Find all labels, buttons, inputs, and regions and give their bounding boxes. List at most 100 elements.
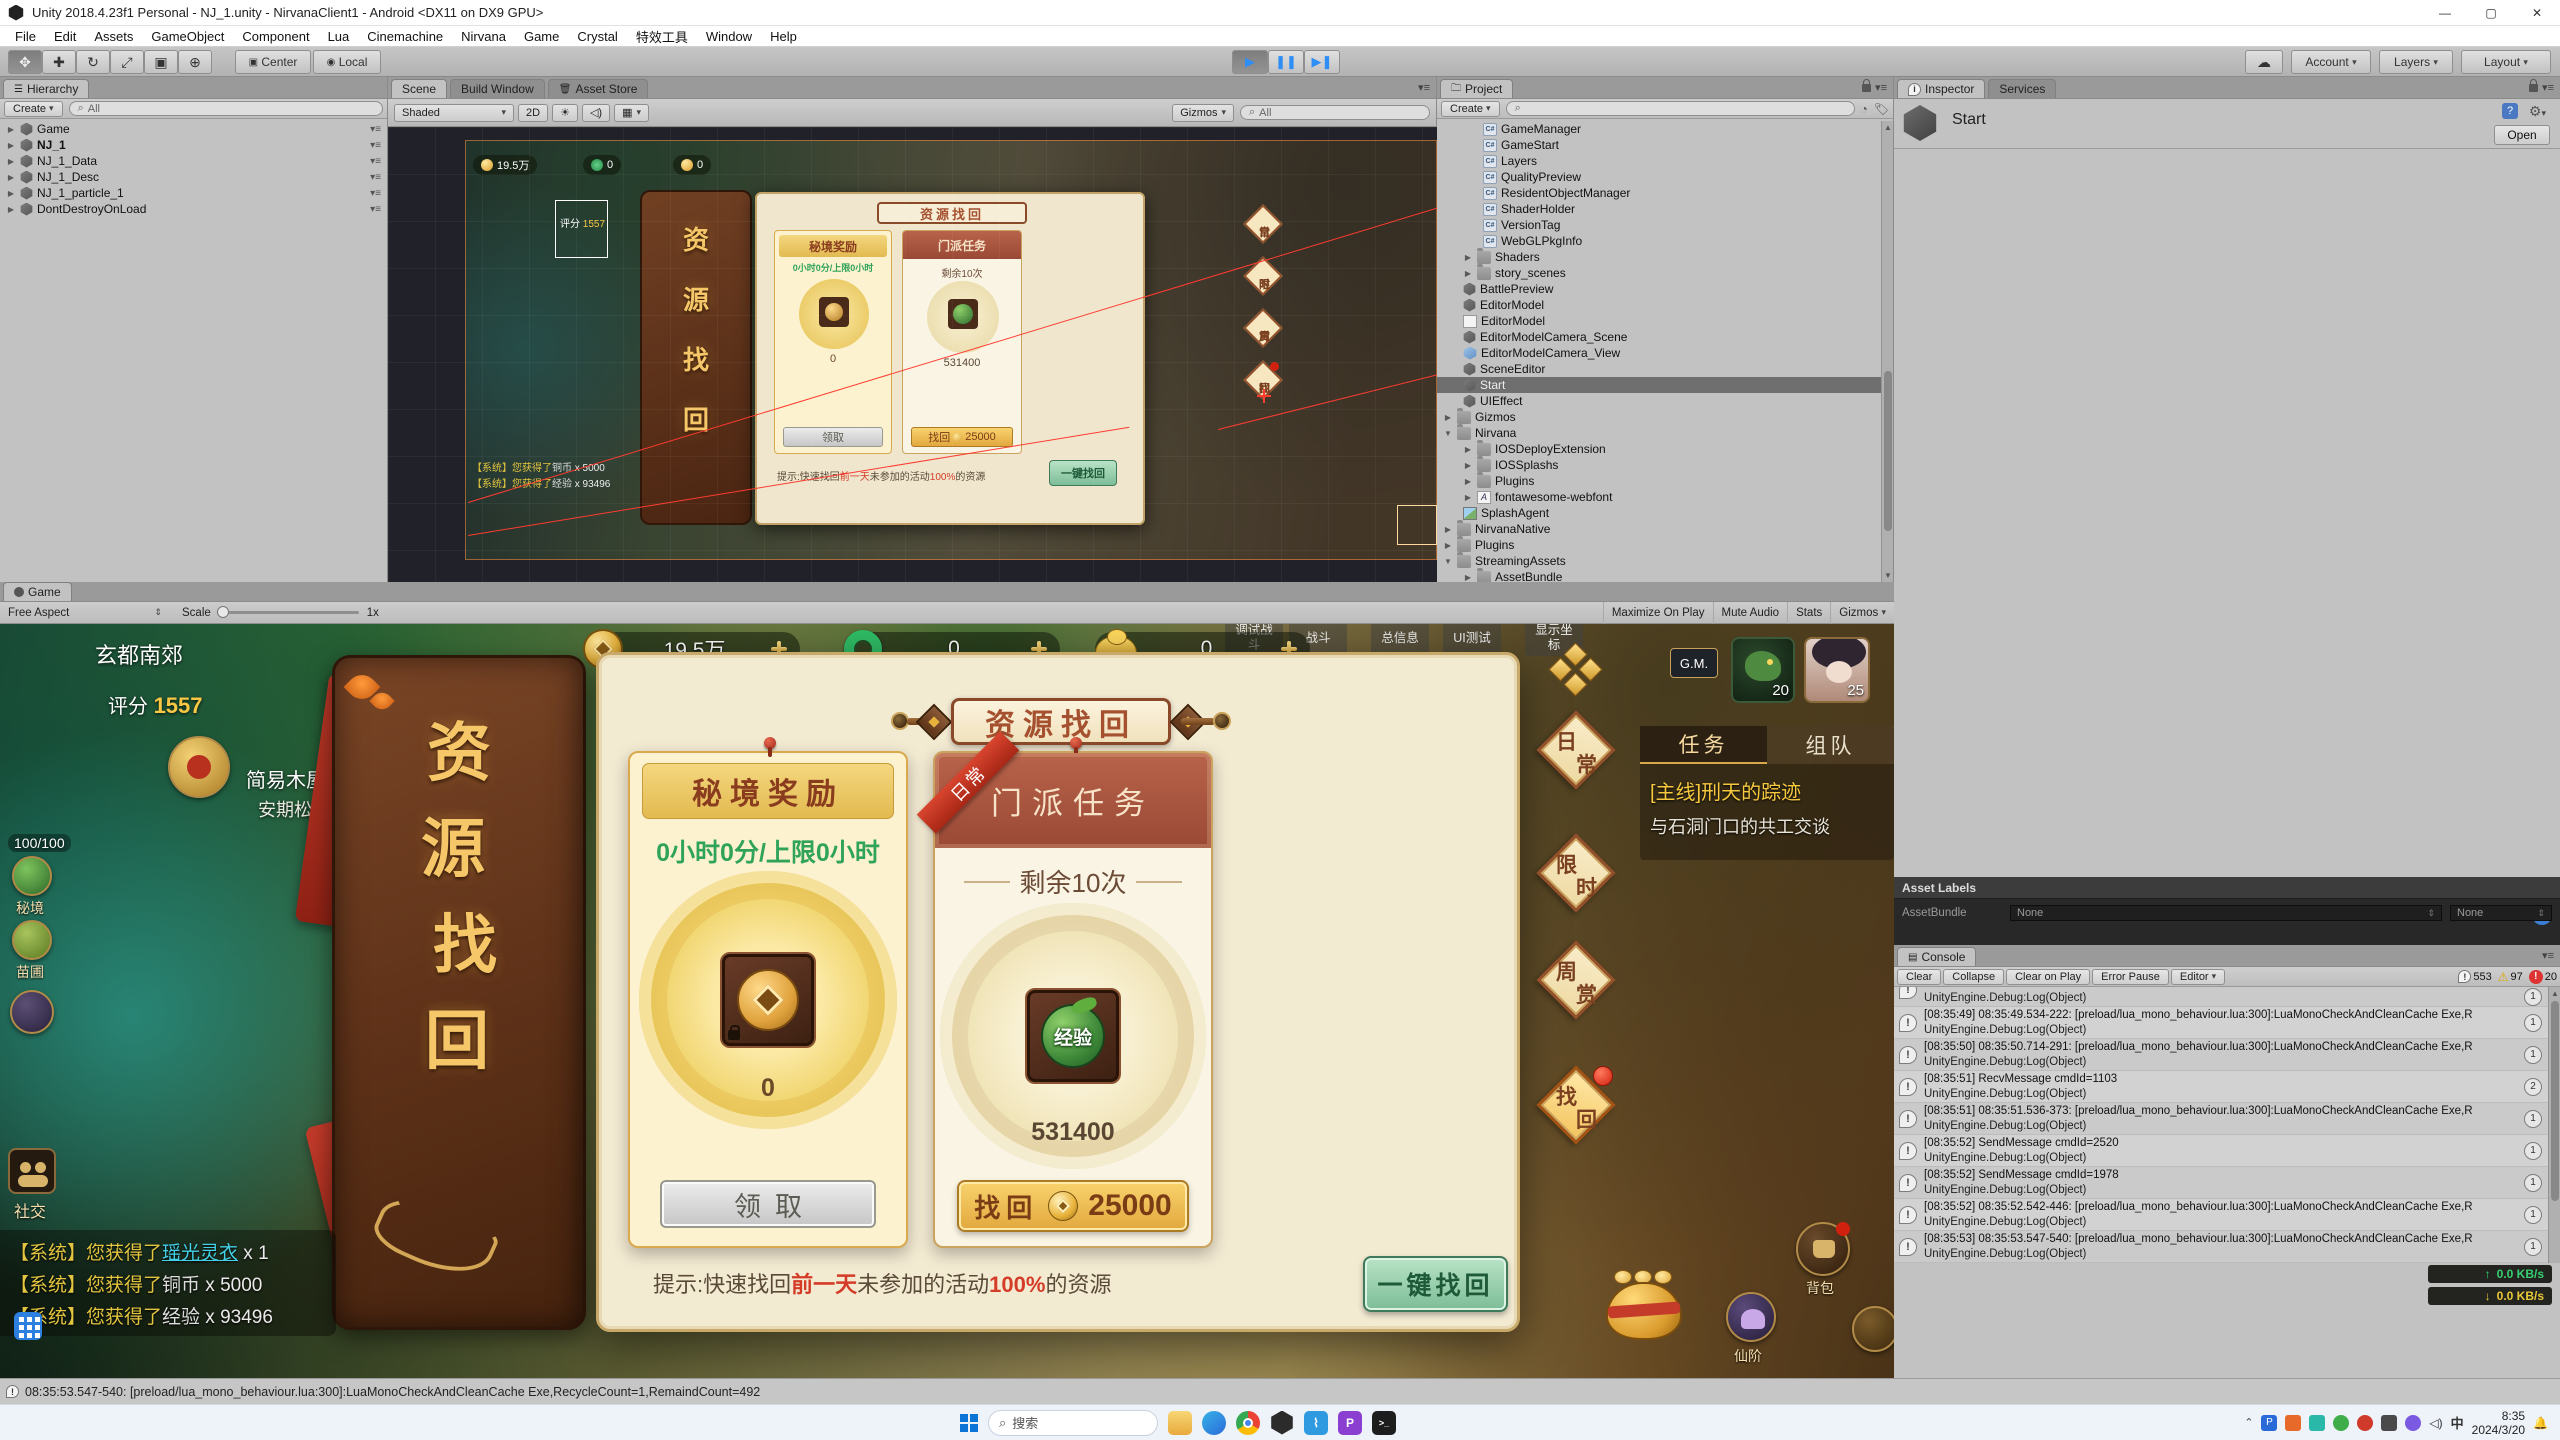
project-item[interactable]: ▶IOSSplashs — [1437, 457, 1881, 473]
project-item[interactable]: SceneEditor — [1437, 361, 1881, 377]
tab-quest[interactable]: 任务 — [1640, 726, 1767, 764]
social-icon[interactable] — [8, 1148, 56, 1194]
project-item[interactable]: ▶Afontawesome-webfont — [1437, 489, 1881, 505]
tab-asset-store[interactable]: 🗑Asset Store — [548, 79, 649, 98]
project-item[interactable]: C#GameManager — [1437, 121, 1881, 137]
purple-app-icon[interactable]: P — [1338, 1411, 1362, 1435]
project-item[interactable]: EditorModel — [1437, 313, 1881, 329]
unity-app-icon[interactable] — [1270, 1411, 1294, 1435]
pivot-toggle[interactable]: ▣ Center — [235, 50, 311, 74]
file-explorer-icon[interactable] — [1168, 1411, 1192, 1435]
tray-icon-blue[interactable]: P — [2261, 1415, 2277, 1431]
panel-menu-icon[interactable]: ▾≡ — [2542, 81, 2554, 94]
tab-inspector[interactable]: iInspector — [1897, 79, 1985, 98]
left-hud-icon[interactable] — [10, 990, 54, 1034]
project-item[interactable]: EditorModel — [1437, 297, 1881, 313]
project-item[interactable]: SplashAgent — [1437, 505, 1881, 521]
menu-crystal[interactable]: Crystal — [568, 29, 626, 44]
menu-assets[interactable]: Assets — [85, 29, 142, 44]
tab-build-window[interactable]: Build Window — [450, 79, 545, 98]
rating-medal-icon[interactable] — [168, 736, 230, 798]
menu-game[interactable]: Game — [515, 29, 568, 44]
extra-round-button[interactable] — [1852, 1306, 1894, 1352]
project-item[interactable]: C#WebGLPkgInfo — [1437, 233, 1881, 249]
menu-component[interactable]: Component — [233, 29, 318, 44]
tab-hierarchy[interactable]: ☰Hierarchy — [3, 79, 89, 98]
layers-dropdown[interactable]: Layers ▾ — [2379, 50, 2453, 74]
assetbundle-dropdown[interactable]: None⇕ — [2010, 905, 2442, 921]
item-menu-icon[interactable]: ▾≡ — [370, 156, 387, 167]
move-tool-icon[interactable]: ✚ — [42, 50, 76, 74]
console-collapse-button[interactable]: Collapse — [1943, 969, 2004, 985]
menu-window[interactable]: Window — [697, 29, 761, 44]
scale-tool-icon[interactable]: ⤢ — [110, 50, 144, 74]
chat-box[interactable]: 【系统】您获得了瑶光灵衣 x 1 【系统】您获得了铜币 x 5000 【系统】您… — [0, 1230, 336, 1336]
item-menu-icon[interactable]: ▾≡ — [370, 140, 387, 151]
panel-menu-icon[interactable]: ▾≡ — [2542, 949, 2554, 962]
scene-canvas[interactable]: 19.5万 0 0 评分 1557 资 源 找 回 资源找回 秘境奖励 0小时0… — [388, 127, 1437, 582]
coin-reward-item[interactable] — [720, 952, 816, 1048]
diamond-weekly-button[interactable]: 周赏 — [1539, 943, 1613, 1017]
project-item[interactable]: C#QualityPreview — [1437, 169, 1881, 185]
tray-icon-green[interactable] — [2333, 1415, 2349, 1431]
minimize-button[interactable]: — — [2422, 0, 2468, 26]
hierarchy-item-nj1-desc[interactable]: ▶NJ_1_Desc▾≡ — [0, 169, 387, 185]
menu-lua[interactable]: Lua — [319, 29, 359, 44]
project-item[interactable]: C#GameStart — [1437, 137, 1881, 153]
project-item[interactable]: EditorModelCamera_Scene — [1437, 329, 1881, 345]
console-scrollbar[interactable]: ▲ — [2548, 987, 2560, 1263]
chrome-browser-icon[interactable] — [1236, 1411, 1260, 1435]
immortal-rank-button[interactable] — [1726, 1292, 1776, 1342]
menu-file[interactable]: File — [6, 29, 45, 44]
maximize-on-play-button[interactable]: Maximize On Play — [1603, 602, 1713, 624]
item-menu-icon[interactable]: ▾≡ — [370, 188, 387, 199]
one-key-retrieve-button[interactable]: 一键找回 — [1363, 1256, 1508, 1312]
project-item[interactable]: UIEffect — [1437, 393, 1881, 409]
project-item[interactable]: ▶Plugins — [1437, 537, 1881, 553]
console-log-row[interactable]: ![08:35:52] SendMessage cmdId=1978UnityE… — [1894, 1167, 2548, 1199]
nursery-icon[interactable] — [12, 920, 52, 960]
lighting-toggle-icon[interactable]: ☀ — [552, 104, 578, 122]
hierarchy-search-input[interactable]: ⌕All — [69, 101, 383, 116]
tab-services[interactable]: Services — [1988, 79, 2056, 98]
menu-help[interactable]: Help — [761, 29, 806, 44]
hierarchy-item-game[interactable]: ▶Game▾≡ — [0, 121, 387, 137]
console-log-row[interactable]: !UnityEngine.Debug:Log(Object)1 — [1894, 987, 2548, 1007]
quest-desc[interactable]: 与石洞门口的共工交谈 — [1650, 813, 1894, 839]
help-icon[interactable]: ? — [2502, 103, 2518, 119]
project-item[interactable]: ▼Nirvana — [1437, 425, 1881, 441]
claim-button[interactable]: 领取 — [660, 1180, 876, 1228]
game-gizmos-dropdown[interactable]: Gizmos ▾ — [1830, 602, 1894, 624]
console-log-row[interactable]: ![08:35:53] 08:35:53.547-540: [preload/l… — [1894, 1231, 2548, 1263]
scene-gizmos-dropdown[interactable]: Gizmos▾ — [1172, 104, 1234, 122]
project-item[interactable]: C#VersionTag — [1437, 217, 1881, 233]
lock-icon[interactable] — [2529, 84, 2538, 92]
menu-cinemachine[interactable]: Cinemachine — [358, 29, 452, 44]
game-canvas[interactable]: 调试战斗 战斗 总信息 UI测试 显示坐标 19.5万 0 0 玄都南郊 评分 … — [0, 624, 1894, 1378]
scale-slider[interactable] — [219, 611, 359, 614]
hierarchy-item-nj1-data[interactable]: ▶NJ_1_Data▾≡ — [0, 153, 387, 169]
tab-console[interactable]: ▤Console — [1897, 947, 1976, 966]
search-by-type-icon[interactable]: ◔ — [1861, 102, 1868, 116]
volume-icon[interactable]: ◁) — [2429, 1416, 2442, 1430]
console-error-pause-button[interactable]: Error Pause — [2092, 969, 2169, 985]
project-create-button[interactable]: Create▾ — [1441, 101, 1500, 117]
panel-menu-icon[interactable]: ▾≡ — [1418, 81, 1430, 94]
layout-dropdown[interactable]: Layout ▾ — [2461, 50, 2551, 74]
transform-tool-icon[interactable]: ⊕ — [178, 50, 212, 74]
rect-tool-icon[interactable]: ▣ — [144, 50, 178, 74]
project-item[interactable]: C#ResidentObjectManager — [1437, 185, 1881, 201]
tab-scene[interactable]: Scene — [391, 79, 447, 98]
edge-browser-icon[interactable] — [1202, 1411, 1226, 1435]
tab-project[interactable]: 🗀Project — [1440, 79, 1513, 98]
character-portrait[interactable]: 25 — [1804, 637, 1870, 703]
tray-icon-orange[interactable] — [2285, 1415, 2301, 1431]
shading-mode-dropdown[interactable]: Shaded▾ — [394, 104, 514, 122]
tray-icon-teal[interactable] — [2309, 1415, 2325, 1431]
tray-icon-purple[interactable] — [2405, 1415, 2421, 1431]
terminal-icon[interactable]: >_ — [1372, 1411, 1396, 1435]
account-dropdown[interactable]: Account ▾ — [2291, 50, 2371, 74]
start-button[interactable] — [960, 1414, 978, 1432]
info-count[interactable]: !553 — [2458, 970, 2491, 983]
notification-bell-icon[interactable]: 🔔 — [2533, 1416, 2548, 1430]
